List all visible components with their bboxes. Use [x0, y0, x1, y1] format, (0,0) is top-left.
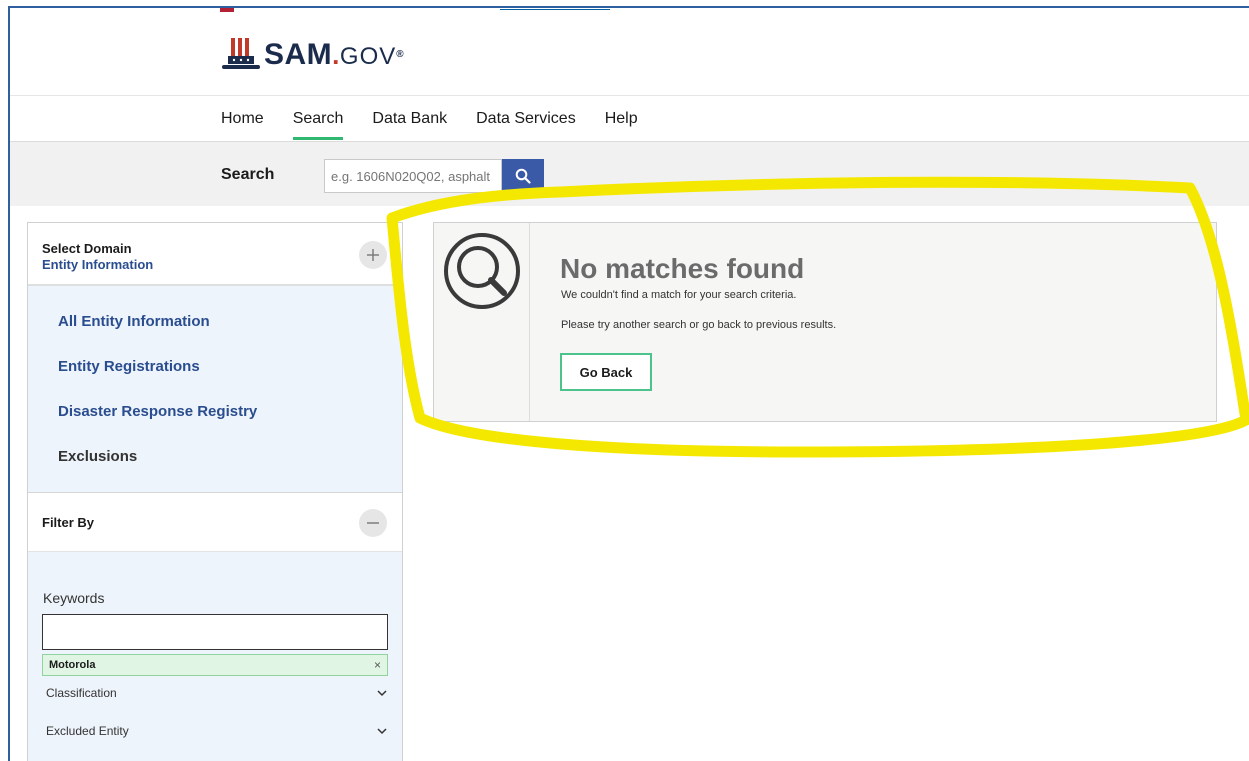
filter-toggle-button[interactable] — [359, 509, 387, 537]
domain-toggle-button[interactable] — [359, 241, 387, 269]
filter-by-title: Filter By — [42, 515, 95, 530]
keyword-chip: Motorola × — [42, 654, 388, 676]
keywords-label: Keywords — [43, 590, 105, 606]
select-domain-value: Entity Information — [42, 257, 154, 272]
sam-gov-logo[interactable]: SAM.GOV® — [222, 38, 404, 72]
magnifier-icon — [444, 233, 520, 309]
filter-body: Keywords Motorola × Classification Exclu… — [28, 552, 402, 761]
search-bar: Search — [10, 142, 1249, 206]
plus-icon — [367, 249, 379, 261]
accordion-excluded-entity-label: Excluded Entity — [46, 724, 129, 738]
result-hint: Please try another search or go back to … — [561, 319, 837, 331]
filter-by-header: Filter By — [28, 492, 402, 552]
keywords-input[interactable] — [42, 614, 388, 650]
go-back-button[interactable]: Go Back — [560, 353, 652, 391]
logo-gov: GOV — [339, 43, 397, 70]
result-subtitle: We couldn't find a match for your search… — [561, 289, 797, 301]
logo-registered: ® — [396, 49, 405, 60]
logo-sam: SAM — [264, 38, 333, 71]
keyword-chip-label: Motorola — [49, 659, 96, 671]
chevron-down-icon — [377, 728, 387, 735]
search-button[interactable] — [502, 159, 544, 193]
nav-search[interactable]: Search — [292, 110, 344, 140]
main-nav: Home Search Data Bank Data Services Help — [10, 96, 1249, 142]
result-icon-column — [434, 223, 530, 421]
logo-wordmark: SAM.GOV® — [264, 40, 404, 72]
search-input[interactable] — [324, 159, 502, 193]
select-domain-header: Select Domain Entity Information — [28, 223, 402, 286]
domain-list: All Entity Information Entity Registrati… — [28, 286, 402, 492]
no-results-card: No matches found We couldn't find a matc… — [433, 222, 1217, 422]
accordion-classification[interactable]: Classification — [46, 686, 388, 700]
uncle-sam-hat-icon — [222, 38, 260, 69]
close-icon[interactable]: × — [374, 658, 381, 672]
nav-list: Home Search Data Bank Data Services Help — [221, 110, 667, 140]
result-title: No matches found — [560, 253, 805, 284]
chevron-down-icon — [377, 690, 387, 697]
minus-icon — [367, 522, 379, 524]
search-icon — [515, 168, 531, 184]
domain-item-entity-registrations[interactable]: Entity Registrations — [28, 344, 402, 389]
nav-home[interactable]: Home — [221, 110, 264, 140]
nav-data-bank[interactable]: Data Bank — [372, 110, 447, 140]
nav-data-services[interactable]: Data Services — [476, 110, 576, 140]
domain-item-disaster-response-registry[interactable]: Disaster Response Registry — [28, 389, 402, 434]
accordion-classification-label: Classification — [46, 686, 117, 700]
nav-help[interactable]: Help — [605, 110, 638, 140]
logo-dot: . — [332, 40, 340, 70]
browser-viewport: SAM.GOV® Home Search Data Bank Data Serv… — [8, 6, 1249, 761]
filter-sidebar: Select Domain Entity Information All Ent… — [27, 222, 403, 761]
header-logo-row: SAM.GOV® — [10, 8, 1249, 96]
accordion-excluded-entity[interactable]: Excluded Entity — [46, 724, 388, 738]
domain-item-all-entity-information[interactable]: All Entity Information — [28, 299, 402, 344]
search-label: Search — [221, 166, 275, 183]
domain-item-exclusions[interactable]: Exclusions — [28, 434, 402, 479]
select-domain-title: Select Domain — [42, 241, 132, 256]
